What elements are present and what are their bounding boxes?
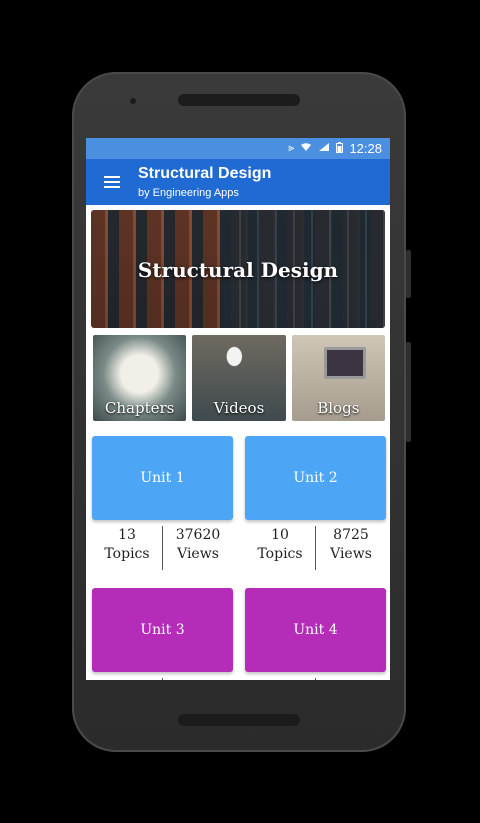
videos-label: Videos: [213, 399, 265, 417]
volume-button: [406, 250, 411, 298]
signal-icon: [318, 142, 330, 155]
unit-views: [315, 678, 386, 680]
chapters-label: Chapters: [104, 399, 175, 417]
unit-views: [162, 678, 233, 680]
units-grid: Unit 1 13 Topics 37620 Views Unit 2 10 Topi…: [92, 436, 386, 680]
unit-item: Unit 3: [92, 588, 233, 680]
clock: 12:28: [349, 141, 382, 156]
blogs-label: Blogs: [317, 399, 360, 417]
phone-frame: ⫸ 12:28 Structural Design by Engineering…: [72, 72, 411, 752]
unit-topics: [92, 678, 162, 680]
app-subtitle: by Engineering Apps: [138, 186, 239, 199]
unit-item: Unit 2 10 Topics 8725 Views: [245, 436, 386, 570]
chapters-tile[interactable]: Chapters: [93, 335, 187, 421]
unit-3-card[interactable]: Unit 3: [92, 588, 233, 672]
unit-4-card[interactable]: Unit 4: [245, 588, 386, 672]
unit-item: Unit 4: [245, 588, 386, 680]
unit-topics: 10 Topics: [257, 527, 303, 562]
earpiece-speaker: [178, 94, 300, 106]
category-tiles: Chapters Videos Blogs: [93, 335, 385, 421]
screen: ⫸ 12:28 Structural Design by Engineering…: [86, 138, 390, 680]
vibrate-icon: ⫸: [288, 142, 295, 154]
hero-banner[interactable]: Structural Design: [91, 210, 385, 328]
unit-1-card[interactable]: Unit 1: [92, 436, 233, 520]
unit-views: 8725 Views: [315, 526, 386, 570]
unit-views: 37620 Views: [162, 526, 233, 570]
battery-icon: [336, 141, 344, 156]
power-button: [406, 342, 411, 442]
app-title: Structural Design: [138, 165, 272, 183]
status-bar: ⫸ 12:28: [86, 138, 390, 159]
blogs-tile[interactable]: Blogs: [291, 335, 385, 421]
unit-topics: [245, 678, 315, 680]
wifi-icon: [300, 142, 312, 155]
banner-title: Structural Design: [137, 258, 339, 282]
unit-topics: 13 Topics: [104, 527, 150, 562]
front-camera: [130, 98, 136, 104]
videos-tile[interactable]: Videos: [192, 335, 286, 421]
unit-2-card[interactable]: Unit 2: [245, 436, 386, 520]
laptop-image: [323, 347, 366, 379]
app-bar: Structural Design by Engineering Apps: [86, 159, 390, 205]
hamburger-menu-icon[interactable]: [86, 176, 138, 188]
bottom-speaker: [178, 714, 300, 726]
unit-item: Unit 1 13 Topics 37620 Views: [92, 436, 233, 570]
